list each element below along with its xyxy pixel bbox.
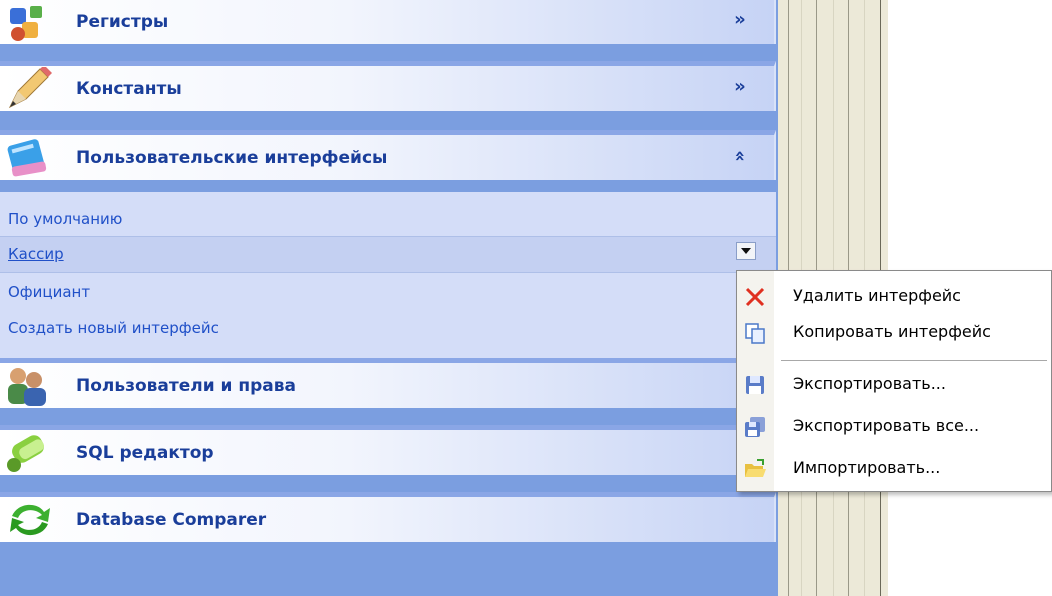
users-icon — [8, 368, 46, 406]
registers-icon — [10, 6, 42, 41]
user-interfaces-list: По умолчанию Кассир Официант Создать нов… — [0, 192, 776, 358]
open-folder-icon — [745, 459, 766, 477]
group-header-users-rights[interactable]: Пользователи и права — [0, 358, 776, 408]
list-item-cashier[interactable]: Кассир — [8, 245, 64, 263]
group-title-registers: Регистры — [76, 12, 169, 32]
group-title-users-rights: Пользователи и права — [76, 376, 297, 396]
delete-x-icon — [745, 287, 765, 307]
context-menu: Удалить интерфейс Копировать интерфейс Э… — [736, 270, 1052, 492]
group-title-database-comparer: Database Comparer — [76, 510, 267, 530]
book-icon — [7, 139, 47, 177]
group-header-registers[interactable]: Регистры » — [0, 0, 776, 44]
save-all-icon — [745, 417, 765, 437]
menu-item-label: Копировать интерфейс — [793, 322, 991, 341]
dropdown-arrow-icon — [741, 248, 751, 254]
list-item-waiter[interactable]: Официант — [8, 283, 90, 301]
list-item-default[interactable]: По умолчанию — [8, 210, 122, 228]
selected-row-highlight — [0, 236, 776, 273]
group-header-database-comparer[interactable]: Database Comparer — [0, 492, 776, 542]
menu-item-export[interactable]: Экспортировать... — [737, 367, 1051, 401]
chevron-down-icon[interactable]: » — [728, 8, 752, 32]
group-title-sql-editor: SQL редактор — [76, 443, 214, 463]
chevron-down-icon[interactable]: » — [728, 75, 752, 99]
group-header-sql-editor[interactable]: SQL редактор — [0, 425, 776, 475]
menu-item-label: Импортировать... — [793, 458, 941, 477]
menu-item-label: Экспортировать... — [793, 374, 946, 393]
pencil-icon — [8, 67, 52, 109]
group-title-constants: Константы — [76, 79, 182, 99]
menu-item-label: Удалить интерфейс — [793, 286, 961, 305]
navigation-pane: Регистры » Константы » Пользовательские … — [0, 0, 778, 596]
list-item-create-new[interactable]: Создать новый интерфейс — [8, 319, 219, 337]
menu-separator — [781, 360, 1047, 361]
group-header-user-interfaces[interactable]: Пользовательские интерфейсы » — [0, 130, 776, 180]
menu-item-label: Экспортировать все... — [793, 416, 980, 435]
copy-icon — [745, 323, 765, 344]
group-header-constants[interactable]: Константы » — [0, 61, 776, 111]
save-disk-icon — [746, 376, 764, 394]
menu-item-import[interactable]: Импортировать... — [737, 451, 1051, 485]
sql-icon — [7, 435, 45, 472]
item-dropdown-button[interactable] — [736, 242, 756, 260]
chevron-up-icon[interactable]: » — [728, 144, 752, 168]
compare-arrows-icon — [10, 504, 50, 536]
menu-item-delete-interface[interactable]: Удалить интерфейс — [737, 279, 1051, 313]
group-title-user-interfaces: Пользовательские интерфейсы — [76, 148, 388, 168]
menu-item-copy-interface[interactable]: Копировать интерфейс — [737, 315, 1051, 349]
menu-item-export-all[interactable]: Экспортировать все... — [737, 409, 1051, 443]
